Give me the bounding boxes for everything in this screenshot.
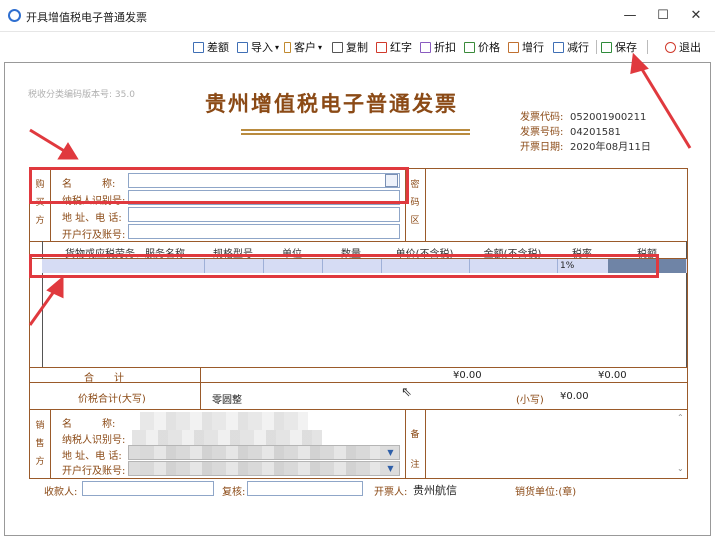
arrow-to-buyer	[29, 128, 67, 154]
arrow-to-item-row	[28, 289, 57, 326]
arrowhead-save	[630, 52, 649, 75]
arrow-to-save	[638, 65, 692, 149]
arrowhead-buyer	[57, 142, 79, 160]
annotation-arrows	[28, 52, 692, 326]
